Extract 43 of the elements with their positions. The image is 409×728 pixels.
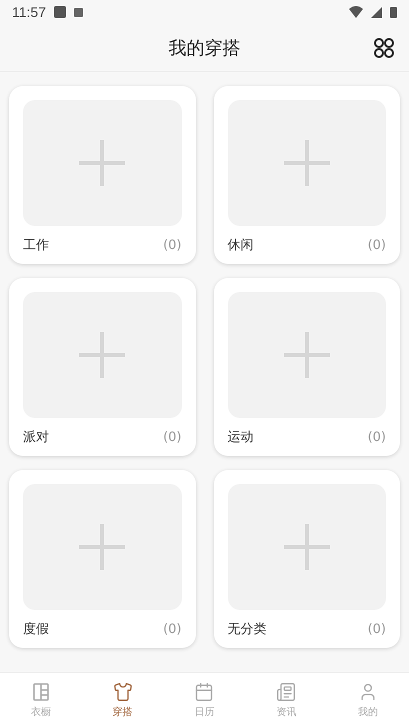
outfit-name: 休闲 (228, 237, 254, 254)
add-photo-button[interactable] (23, 484, 182, 610)
add-photo-button[interactable] (23, 100, 182, 226)
plus-icon (79, 524, 126, 570)
outfit-count: (0) (368, 238, 386, 252)
outfit-count: (0) (163, 238, 182, 252)
outfit-card[interactable]: 工作 (0) (9, 86, 196, 264)
outfit-card[interactable]: 度假 (0) (9, 470, 196, 648)
battery-icon (390, 6, 397, 18)
outfit-count: (0) (368, 622, 386, 636)
outfit-name: 工作 (23, 237, 49, 254)
outfit-card[interactable]: 运动 (0) (214, 278, 400, 456)
add-photo-button[interactable] (228, 292, 386, 418)
grid-icon[interactable] (373, 37, 395, 59)
outfit-count: (0) (368, 430, 386, 444)
outfit-count: (0) (163, 622, 182, 636)
wardrobe-icon (30, 682, 51, 702)
notification-icon (54, 6, 66, 18)
shirt-icon (112, 682, 133, 702)
wifi-icon (349, 6, 363, 18)
outfit-count: (0) (163, 430, 182, 444)
outfit-card[interactable]: 无分类 (0) (214, 470, 400, 648)
plus-icon (79, 140, 126, 186)
plus-icon (79, 332, 126, 378)
calendar-icon (194, 682, 214, 702)
notification-icon (74, 8, 83, 16)
signal-icon (371, 6, 382, 18)
plus-icon (284, 332, 330, 378)
outfit-name: 运动 (228, 429, 254, 446)
page-title: 我的穿搭 (168, 36, 240, 60)
status-time: 11:57 (12, 4, 46, 20)
outfit-name: 度假 (23, 621, 49, 638)
outfit-card[interactable]: 休闲 (0) (214, 86, 400, 264)
nav-tab[interactable]: 穿搭 (82, 673, 164, 728)
plus-icon (284, 140, 330, 186)
plus-icon (284, 524, 330, 570)
add-photo-button[interactable] (228, 100, 386, 226)
newspaper-icon (276, 682, 296, 702)
outfit-card[interactable]: 派对 (0) (9, 278, 196, 456)
add-photo-button[interactable] (23, 292, 182, 418)
outfit-name: 无分类 (228, 621, 266, 638)
outfit-name: 派对 (23, 429, 49, 446)
add-photo-button[interactable] (228, 484, 386, 610)
